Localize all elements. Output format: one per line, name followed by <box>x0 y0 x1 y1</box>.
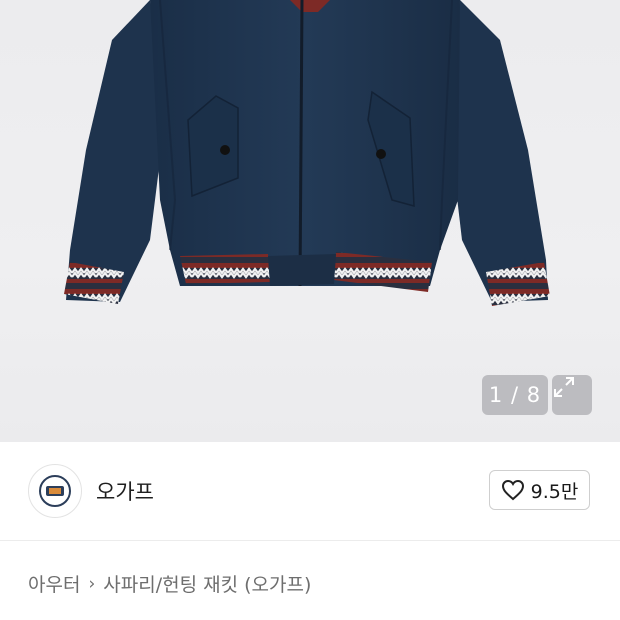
expand-arrows-icon <box>554 377 574 397</box>
breadcrumb-item[interactable]: 사파리/헌팅 재킷 (오가프) <box>103 570 311 597</box>
like-button[interactable]: 9.5만 <box>489 470 590 510</box>
shop-logo-icon <box>39 475 71 507</box>
seller-name[interactable]: 오가프 <box>96 476 154 506</box>
breadcrumb-category[interactable]: 아우터 <box>28 570 80 597</box>
heart-outline-icon <box>501 479 524 501</box>
seller-row[interactable]: 오가프 9.5만 <box>0 442 620 541</box>
breadcrumb: 아우터 › 사파리/헌팅 재킷 (오가프) <box>28 570 311 597</box>
like-count: 9.5만 <box>530 480 579 503</box>
image-counter-text: 1 / 8 <box>488 383 542 407</box>
chevron-right-icon: › <box>88 573 96 594</box>
image-counter: 1 / 8 <box>482 375 548 415</box>
expand-image-button[interactable] <box>552 375 592 415</box>
product-image-gallery[interactable]: 1 / 8 <box>0 0 620 442</box>
seller-avatar[interactable] <box>28 464 82 518</box>
